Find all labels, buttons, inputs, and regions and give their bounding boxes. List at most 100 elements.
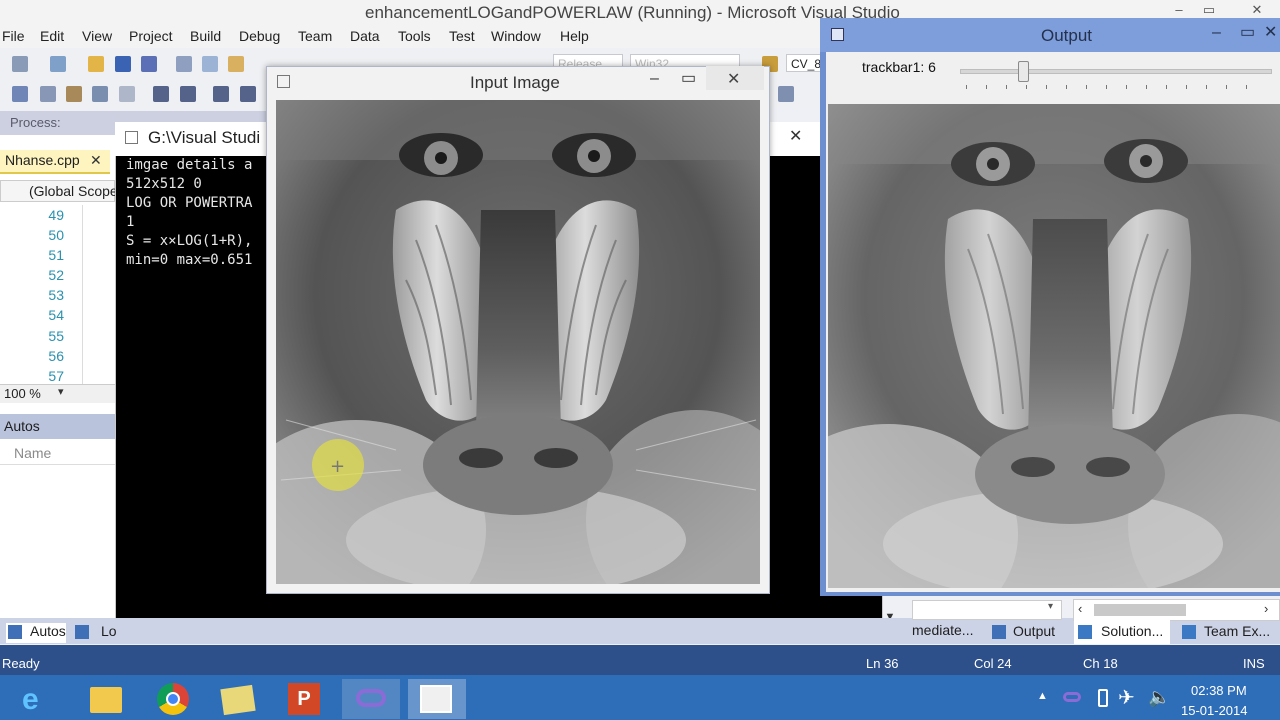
outdent-icon[interactable] [180,86,196,102]
paste-icon[interactable] [228,56,244,72]
chrome-center [166,692,180,706]
menu-test[interactable]: Test [449,28,475,44]
vs-maximize-button[interactable]: ▭ [1198,2,1220,18]
vs-tray-icon[interactable] [1063,692,1081,702]
airplane-mode-icon[interactable]: ✈ [1118,685,1135,710]
taskbar-chrome[interactable] [144,679,202,719]
line-number: 55 [48,328,64,344]
cut-icon[interactable] [176,56,192,72]
console-close-button[interactable]: ✕ [789,126,802,146]
autos-panel-header: Autos [0,414,115,439]
crosshair-cursor-icon: + [330,456,345,477]
tab-output[interactable]: Output [990,623,1065,643]
console-line: min=0 max=0.651 [126,252,253,268]
menu-help[interactable]: Help [560,28,589,44]
volume-muted-icon[interactable]: 🔈 [1148,687,1170,708]
vs-close-button[interactable]: ✕ [1246,2,1268,18]
status-ready: Ready [2,656,40,671]
chevron-down-icon: ▾ [58,386,64,398]
cv-combo[interactable]: CV_8 [786,54,822,72]
vs-minimize-button[interactable]: – [1168,2,1190,18]
taskbar-pictures[interactable] [210,679,268,719]
input-minimize-button[interactable]: – [650,70,659,88]
menu-team[interactable]: Team [298,28,332,44]
menu-build[interactable]: Build [190,28,221,44]
tab-immediate[interactable]: mediate... [912,622,973,638]
battery-icon[interactable] [1098,689,1108,707]
tab-autos[interactable]: Autos [6,623,66,643]
scope-combo[interactable]: (Global Scope [0,180,118,202]
close-tab-icon[interactable]: ✕ [90,152,102,169]
new-project-icon[interactable] [12,56,28,72]
menu-project[interactable]: Project [129,28,173,44]
tab-solution-explorer[interactable]: Solution... [1074,620,1170,644]
output-maximize-button[interactable]: ▭ [1240,22,1255,42]
clock-time[interactable]: 02:38 PM [1191,683,1247,698]
input-window-icon [277,75,290,88]
output-close-button[interactable]: ✕ [1264,22,1277,42]
menu-view[interactable]: View [82,28,112,44]
menu-debug[interactable]: Debug [239,28,280,44]
input-image: + [276,100,760,584]
immediate-combo[interactable]: ▾ [912,600,1062,620]
show-hidden-icons[interactable]: ▲ [1037,690,1048,702]
process-label: Process: [10,115,61,130]
bookmark-icon[interactable] [778,86,794,102]
menu-data[interactable]: Data [350,28,380,44]
chevron-down-icon: ▾ [1048,601,1054,612]
console-line: LOG OR POWERTRA [126,195,253,211]
menu-tools[interactable]: Tools [398,28,431,44]
scrollbar-thumb[interactable] [1094,604,1186,616]
debug-icon[interactable] [12,86,28,102]
taskbar-output-window[interactable] [408,679,466,719]
tab-locals[interactable]: Lo [73,623,117,643]
taskbar-file-explorer[interactable] [78,679,136,719]
taskbar-visual-studio[interactable] [342,679,400,719]
line-number: 53 [48,287,64,303]
autos-icon [8,625,22,639]
console-line: S = x×LOG(1+R), [126,233,253,249]
console-line: 512x512 0 [126,176,202,192]
name-column-header[interactable]: Name [0,442,115,465]
menu-file[interactable]: File [2,28,25,44]
trackbar-ticks [966,85,1266,89]
menu-window[interactable]: Window [491,28,541,44]
pictures-icon [220,684,256,716]
status-char: Ch 18 [1083,656,1118,671]
name-column-label: Name [14,445,52,461]
text-icon[interactable] [92,86,108,102]
comment-icon[interactable] [213,86,229,102]
uncomment-icon[interactable] [240,86,256,102]
menu-edit[interactable]: Edit [40,28,64,44]
tab-team-explorer[interactable]: Team Ex... [1180,623,1278,643]
horizontal-scrollbar[interactable]: ‹ › [1073,599,1280,621]
scope-label: (Global Scope [29,183,118,199]
scroll-right-icon[interactable]: › [1264,601,1268,616]
output-minimize-button[interactable]: – [1212,24,1221,42]
save-icon[interactable] [115,56,131,72]
output-title-bar: Output – ▭ ✕ [820,18,1280,52]
copy-icon[interactable] [202,56,218,72]
autos-header-label: Autos [4,418,40,434]
trackbar-track[interactable] [960,69,1272,74]
console-line: 1 [126,214,135,230]
list-icon[interactable] [119,86,135,102]
input-maximize-button[interactable]: ▭ [681,68,696,88]
zoom-selector[interactable]: 100 % ▾ [0,384,115,403]
tab-team-label: Team Ex... [1204,623,1271,639]
format-icon[interactable] [66,86,82,102]
trackbar-thumb[interactable] [1018,61,1029,82]
indent-icon[interactable] [153,86,169,102]
doc-tab-nhanse[interactable]: Nhanse.cpp ✕ [0,150,110,174]
input-close-button[interactable]: ✕ [706,66,764,90]
line-number: 51 [48,247,64,263]
folder-icon [90,687,122,713]
taskbar-internet-explorer[interactable]: e [10,679,68,719]
scroll-left-icon[interactable]: ‹ [1078,601,1082,616]
open-folder-icon[interactable] [88,56,104,72]
taskbar-powerpoint[interactable]: P [276,679,334,719]
step-icon[interactable] [40,86,56,102]
clock-date[interactable]: 15-01-2014 [1181,703,1248,718]
add-item-icon[interactable] [50,56,66,72]
save-all-icon[interactable] [141,56,157,72]
